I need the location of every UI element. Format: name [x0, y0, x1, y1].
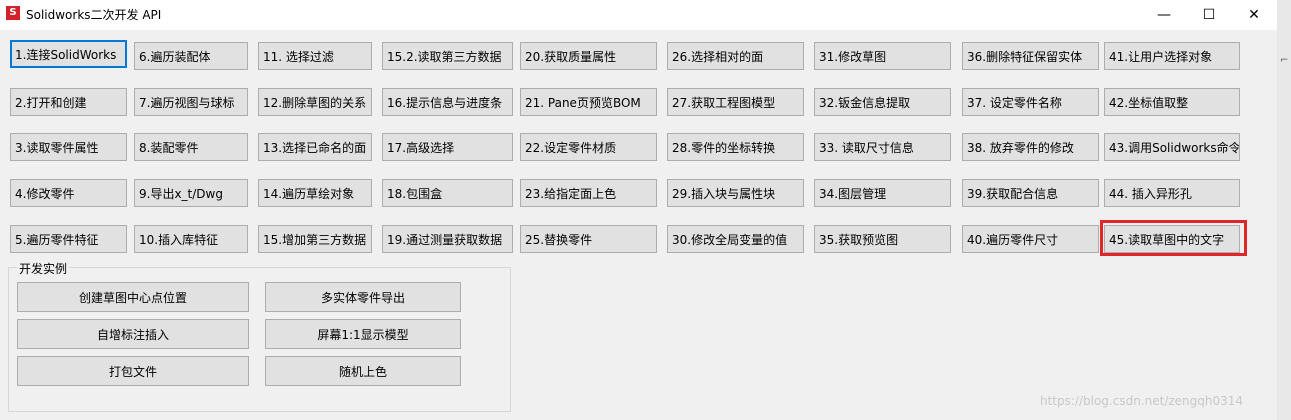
btn-advanced-selection[interactable]: 17.高级选择: [382, 133, 513, 161]
btn-insert-library-feature[interactable]: 10.插入库特征: [134, 225, 248, 253]
btn-set-part-material[interactable]: 22.设定零件材质: [520, 133, 657, 161]
btn-round-coordinates[interactable]: 42.坐标值取整: [1104, 88, 1240, 116]
btn-display-model-1-1[interactable]: 屏幕1:1显示模型: [265, 319, 461, 349]
bracket-icon: ⌐: [1280, 55, 1289, 66]
btn-read-part-properties[interactable]: 3.读取零件属性: [10, 133, 127, 161]
btn-traverse-views-balloons[interactable]: 7.遍历视图与球标: [134, 88, 248, 116]
btn-select-named-face[interactable]: 13.选择已命名的面: [258, 133, 372, 161]
btn-create-sketch-center-point[interactable]: 创建草图中心点位置: [17, 282, 249, 312]
btn-modify-sketch[interactable]: 31.修改草图: [814, 42, 951, 70]
btn-replace-part[interactable]: 25.替换零件: [520, 225, 657, 253]
btn-mass-properties[interactable]: 20.获取质量属性: [520, 42, 657, 70]
examples-group-label: 开发实例: [17, 260, 70, 277]
btn-read-third-party-data[interactable]: 15.2.读取第三方数据: [382, 42, 513, 70]
btn-get-drawing-model[interactable]: 27.获取工程图模型: [667, 88, 804, 116]
btn-assemble-part[interactable]: 8.装配零件: [134, 133, 248, 161]
window-title: Solidworks二次开发 API: [26, 8, 162, 22]
btn-layer-management[interactable]: 34.图层管理: [814, 179, 951, 207]
btn-sheet-metal-info[interactable]: 32.钣金信息提取: [814, 88, 951, 116]
btn-set-part-name[interactable]: 37. 设定零件名称: [962, 88, 1099, 116]
btn-multibody-part-export[interactable]: 多实体零件导出: [265, 282, 461, 312]
btn-modify-global-variable[interactable]: 30.修改全局变量的值: [667, 225, 804, 253]
close-button[interactable]: ✕: [1231, 0, 1277, 30]
title-bar[interactable]: S Solidworks二次开发 API — ☐ ✕: [0, 0, 1277, 30]
btn-modify-part[interactable]: 4.修改零件: [10, 179, 127, 207]
btn-add-third-party-data[interactable]: 15.增加第三方数据: [258, 225, 372, 253]
btn-open-create[interactable]: 2.打开和创建: [10, 88, 127, 116]
btn-traverse-sketch-objects[interactable]: 14.遍历草绘对象: [258, 179, 372, 207]
btn-delete-sketch-relations[interactable]: 12.删除草图的关系: [258, 88, 372, 116]
btn-traverse-assembly[interactable]: 6.遍历装配体: [134, 42, 248, 70]
btn-read-sketch-text[interactable]: 45.读取草图中的文字: [1104, 225, 1240, 253]
btn-connect-solidworks[interactable]: 1.连接SolidWorks: [10, 40, 127, 68]
btn-insert-hole-wizard[interactable]: 44. 插入异形孔: [1104, 179, 1240, 207]
btn-pack-files[interactable]: 打包文件: [17, 356, 249, 386]
minimize-button[interactable]: —: [1141, 0, 1187, 30]
btn-discard-part-changes[interactable]: 38. 放弃零件的修改: [962, 133, 1099, 161]
solidworks-app-icon: S: [6, 6, 20, 20]
btn-random-color[interactable]: 随机上色: [265, 356, 461, 386]
maximize-button[interactable]: ☐: [1186, 0, 1232, 30]
btn-color-face[interactable]: 23.给指定面上色: [520, 179, 657, 207]
btn-get-mate-info[interactable]: 39.获取配合信息: [962, 179, 1099, 207]
main-window: S Solidworks二次开发 API — ☐ ✕ 1.连接SolidWork…: [0, 0, 1277, 420]
btn-get-preview[interactable]: 35.获取预览图: [814, 225, 951, 253]
btn-progress-messages[interactable]: 16.提示信息与进度条: [382, 88, 513, 116]
btn-run-solidworks-command[interactable]: 43.调用Solidworks命令: [1104, 133, 1240, 161]
btn-selection-filter[interactable]: 11. 选择过滤: [258, 42, 372, 70]
btn-export-xt-dwg[interactable]: 9.导出x_t/Dwg: [134, 179, 248, 207]
btn-insert-block[interactable]: 29.插入块与属性块: [667, 179, 804, 207]
btn-read-dimensions[interactable]: 33. 读取尺寸信息: [814, 133, 951, 161]
btn-traverse-part-dimensions[interactable]: 40.遍历零件尺寸: [962, 225, 1099, 253]
btn-pane-bom-preview[interactable]: 21. Pane页预览BOM: [520, 88, 657, 116]
btn-bounding-box[interactable]: 18.包围盒: [382, 179, 513, 207]
btn-select-opposite-face[interactable]: 26.选择相对的面: [667, 42, 804, 70]
btn-delete-feature-keep-body[interactable]: 36.删除特征保留实体: [962, 42, 1099, 70]
watermark-text: https://blog.csdn.net/zengqh0314: [1040, 394, 1244, 408]
btn-part-coordinate-transform[interactable]: 28.零件的坐标转换: [667, 133, 804, 161]
btn-auto-increment-annotation[interactable]: 自增标注插入: [17, 319, 249, 349]
btn-measure-data[interactable]: 19.通过测量获取数据: [382, 225, 513, 253]
btn-traverse-part-features[interactable]: 5.遍历零件特征: [10, 225, 127, 253]
btn-user-select-object[interactable]: 41.让用户选择对象: [1104, 42, 1240, 70]
